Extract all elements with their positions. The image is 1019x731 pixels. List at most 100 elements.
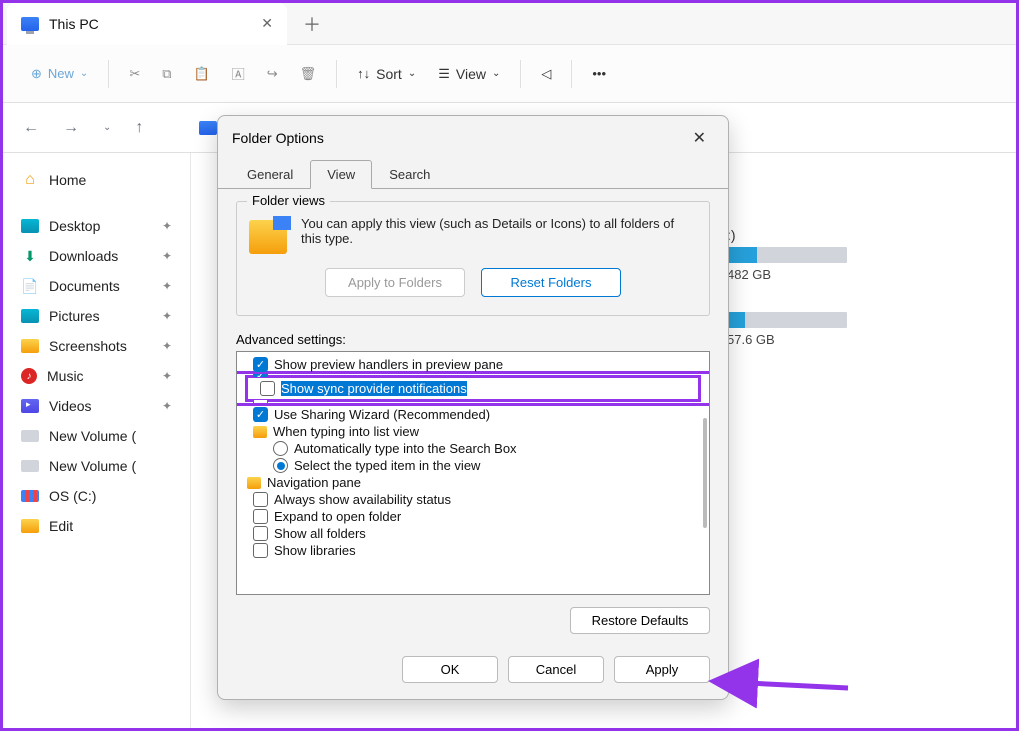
setting-show-libraries[interactable]: Show libraries (237, 542, 709, 559)
checkbox-icon[interactable]: ✓ (253, 407, 268, 422)
dialog-footer: OK Cancel Apply (218, 646, 728, 699)
setting-typing-group[interactable]: When typing into list view (237, 423, 709, 440)
clipboard-icon: 📋 (194, 66, 210, 82)
dialog-title: Folder Options (232, 130, 324, 146)
checkbox-icon[interactable] (260, 381, 275, 396)
setting-availability[interactable]: Always show availability status (237, 491, 709, 508)
reset-folders-button[interactable]: Reset Folders (481, 268, 621, 297)
tab-general[interactable]: General (230, 160, 310, 189)
dialog-tabs: General View Search (218, 160, 728, 189)
sidebar-item-os-c[interactable]: OS (C:) (11, 481, 182, 511)
sidebar-item-documents[interactable]: 📄 Documents ✦ (11, 271, 182, 301)
folder-icon (253, 426, 267, 438)
this-pc-icon (21, 17, 39, 31)
drive-item[interactable]: 57.6 GB (727, 312, 1000, 347)
plus-circle-icon: ⊕ (31, 66, 42, 82)
sidebar-item-pictures[interactable]: Pictures ✦ (11, 301, 182, 331)
forward-button[interactable]: → (59, 115, 83, 141)
folder-icon (21, 519, 39, 533)
dialog-titlebar: Folder Options ✕ (218, 116, 728, 160)
drive-item[interactable]: :) 482 GB (727, 227, 1000, 282)
sidebar-item-volume-2[interactable]: New Volume ( (11, 451, 182, 481)
setting-expand-folder[interactable]: Expand to open folder (237, 508, 709, 525)
scrollbar[interactable] (703, 418, 707, 528)
documents-icon: 📄 (21, 278, 39, 294)
new-button[interactable]: ⊕ New ⌄ (23, 60, 96, 88)
slice-icon: ◁ (541, 66, 551, 82)
close-tab-icon[interactable]: ✕ (261, 15, 273, 32)
share-button[interactable]: ↪ (259, 60, 286, 88)
pin-icon: ✦ (162, 339, 172, 353)
scissors-icon: ✂ (129, 66, 140, 82)
advanced-settings-label: Advanced settings: (236, 332, 710, 347)
videos-icon (21, 399, 39, 413)
tab-search[interactable]: Search (372, 160, 447, 189)
breadcrumb-icon (199, 121, 217, 135)
sidebar-item-edit[interactable]: Edit (11, 511, 182, 541)
pin-icon: ✦ (162, 399, 172, 413)
setting-show-all-folders[interactable]: Show all folders (237, 525, 709, 542)
home-icon: ⌂ (21, 172, 39, 188)
checkbox-icon[interactable] (253, 543, 268, 558)
setting-select-typed[interactable]: Select the typed item in the view (237, 457, 709, 474)
folder-views-group: Folder views You can apply this view (su… (236, 201, 710, 316)
history-button[interactable]: ⌄ (99, 118, 115, 137)
music-icon: ♪ (21, 368, 37, 384)
chevron-down-icon: ⌄ (492, 68, 500, 79)
tab-view[interactable]: View (310, 160, 372, 189)
sidebar-item-screenshots[interactable]: Screenshots ✦ (11, 331, 182, 361)
checkbox-icon[interactable]: ✓ (253, 357, 268, 372)
pin-icon: ✦ (162, 219, 172, 233)
back-button[interactable]: ← (19, 115, 43, 141)
checkbox-icon[interactable] (253, 526, 268, 541)
checkbox-icon[interactable] (253, 509, 268, 524)
annotation-arrow (738, 668, 858, 711)
sidebar: ⌂ Home Desktop ✦ ⬇ Downloads ✦ 📄 Documen… (3, 153, 191, 728)
pin-icon: ✦ (162, 249, 172, 263)
delete-button[interactable]: 🗑 (292, 60, 325, 88)
sort-icon: ↑↓ (357, 66, 370, 81)
sidebar-item-desktop[interactable]: Desktop ✦ (11, 211, 182, 241)
view-button[interactable]: ☰ View ⌄ (430, 60, 508, 88)
window-tab[interactable]: This PC ✕ (7, 3, 287, 45)
tab-title: This PC (49, 16, 251, 32)
setting-auto-search[interactable]: Automatically type into the Search Box (237, 440, 709, 457)
paste-button[interactable]: 📋 (186, 60, 218, 88)
drive-icon (21, 460, 39, 472)
chevron-down-icon: ⌄ (80, 68, 88, 79)
restore-defaults-button[interactable]: Restore Defaults (570, 607, 710, 634)
new-tab-button[interactable]: ＋ (287, 11, 337, 37)
sidebar-item-home[interactable]: ⌂ Home (11, 165, 182, 195)
radio-icon[interactable] (273, 458, 288, 473)
up-button[interactable]: ↑ (131, 115, 147, 141)
setting-sharing-wizard[interactable]: ✓ Use Sharing Wizard (Recommended) (237, 406, 709, 423)
pizza-button[interactable]: ◁ (533, 60, 559, 88)
view-icon: ☰ (438, 66, 450, 82)
folder-options-dialog: Folder Options ✕ General View Search Fol… (217, 115, 729, 700)
cut-button[interactable]: ✂ (121, 60, 148, 88)
close-button[interactable]: ✕ (685, 126, 714, 150)
sidebar-item-videos[interactable]: Videos ✦ (11, 391, 182, 421)
apply-button[interactable]: Apply (614, 656, 710, 683)
advanced-settings-list[interactable]: ✓ Show preview handlers in preview pane … (236, 351, 710, 595)
download-icon: ⬇ (21, 248, 39, 264)
os-drive-icon (21, 490, 39, 502)
sidebar-item-downloads[interactable]: ⬇ Downloads ✦ (11, 241, 182, 271)
sidebar-item-music[interactable]: ♪ Music ✦ (11, 361, 182, 391)
radio-icon[interactable] (273, 441, 288, 456)
apply-to-folders-button[interactable]: Apply to Folders (325, 268, 465, 297)
ok-button[interactable]: OK (402, 656, 498, 683)
sidebar-item-volume-1[interactable]: New Volume ( (11, 421, 182, 451)
more-button[interactable]: ••• (584, 60, 614, 87)
titlebar: This PC ✕ ＋ (3, 3, 1016, 45)
rename-button[interactable]: 🄰 (224, 58, 253, 89)
checkbox-icon[interactable] (253, 492, 268, 507)
pin-icon: ✦ (162, 369, 172, 383)
pictures-icon (21, 309, 39, 323)
folder-icon (21, 339, 39, 353)
cancel-button[interactable]: Cancel (508, 656, 604, 683)
copy-button[interactable]: ⧉ (154, 60, 179, 88)
sort-button[interactable]: ↑↓ Sort ⌄ (349, 60, 424, 88)
ellipsis-icon: ••• (592, 66, 606, 81)
nav-pane-group[interactable]: Navigation pane (237, 474, 709, 491)
